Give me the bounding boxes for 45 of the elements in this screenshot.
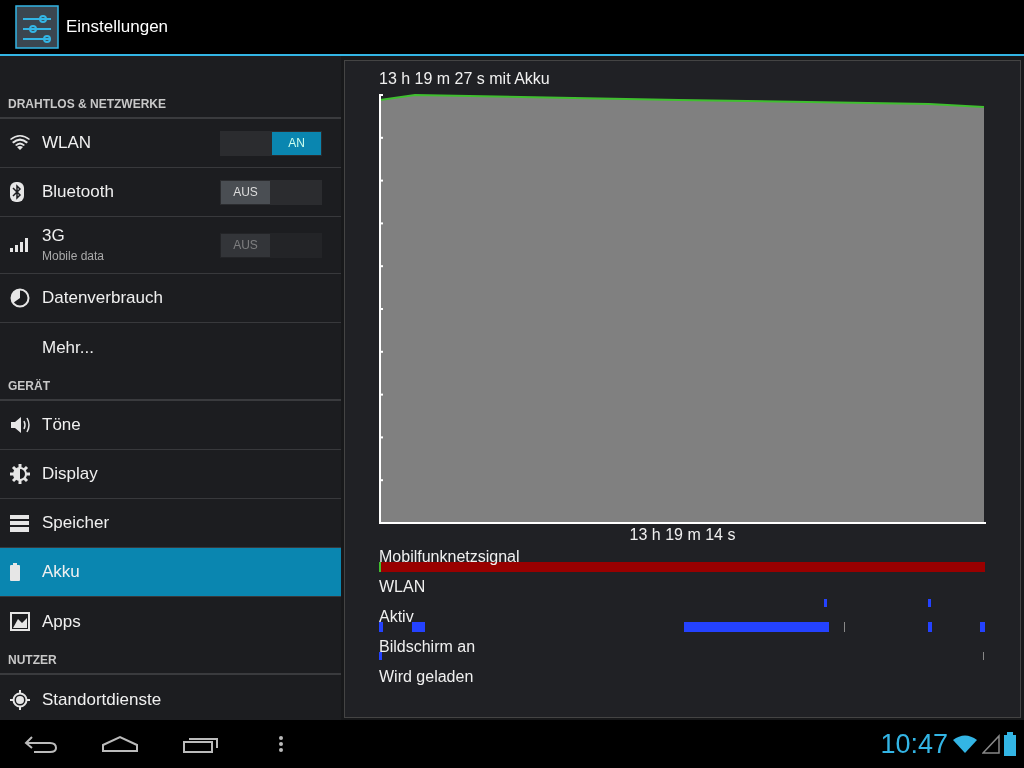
battery-duration: 13 h 19 m 27 s mit Akku — [379, 69, 550, 89]
status-clock: 10:47 — [880, 727, 948, 761]
menu-icon[interactable] — [278, 735, 284, 753]
timeline-label: Aktiv — [379, 607, 414, 627]
timeline-label: WLAN — [379, 577, 426, 597]
speaker-icon — [10, 415, 32, 435]
timeline-label: Wird geladen — [379, 667, 474, 687]
item-label: 3G — [42, 225, 66, 247]
apps-picture-icon — [10, 612, 30, 631]
back-icon[interactable] — [24, 734, 58, 754]
signal-empty-icon — [982, 734, 1000, 754]
settings-sliders-icon[interactable] — [15, 5, 59, 49]
item-label: Speicher — [42, 512, 111, 534]
item-label: Standortdienste — [42, 688, 163, 711]
section-header: GERÄT — [8, 377, 50, 395]
toggle-switch[interactable]: AUS — [220, 179, 322, 205]
item-label: Töne — [42, 414, 82, 436]
recent-apps-icon[interactable] — [183, 735, 219, 753]
item-subtitle: Mobile data — [42, 248, 106, 265]
wifi-icon — [952, 734, 978, 754]
toggle-switch[interactable]: AN — [220, 130, 322, 156]
battery-icon — [10, 563, 20, 581]
item-label: Display — [42, 463, 99, 485]
app-title: Einstellungen — [66, 16, 169, 39]
battery-icon — [1004, 732, 1016, 756]
bluetooth-icon — [10, 182, 24, 202]
brightness-gear-icon — [10, 464, 30, 484]
item-label: Mehr... — [42, 336, 95, 359]
timeline-label: Mobilfunknetzsignal — [379, 547, 520, 567]
timeline-label: Bildschirm an — [379, 637, 476, 657]
item-label: WLAN — [42, 132, 93, 154]
settings-item[interactable]: Akku — [0, 548, 341, 597]
time-axis-label: 13 h 19 m 14 s — [628, 525, 737, 545]
item-label: Datenverbrauch — [42, 287, 164, 309]
signal-bars-icon — [10, 238, 28, 252]
item-label: Apps — [42, 610, 82, 633]
section-header: NUTZER — [8, 651, 57, 669]
section-header: DRAHTLOS & NETZWERKE — [8, 95, 166, 113]
storage-stack-icon — [10, 514, 29, 532]
item-label: Bluetooth — [42, 181, 115, 203]
location-target-icon — [10, 689, 30, 710]
pie-chart-icon — [10, 288, 30, 308]
item-label: Akku — [42, 561, 81, 583]
home-icon[interactable] — [101, 735, 139, 753]
wifi-icon — [10, 135, 30, 151]
